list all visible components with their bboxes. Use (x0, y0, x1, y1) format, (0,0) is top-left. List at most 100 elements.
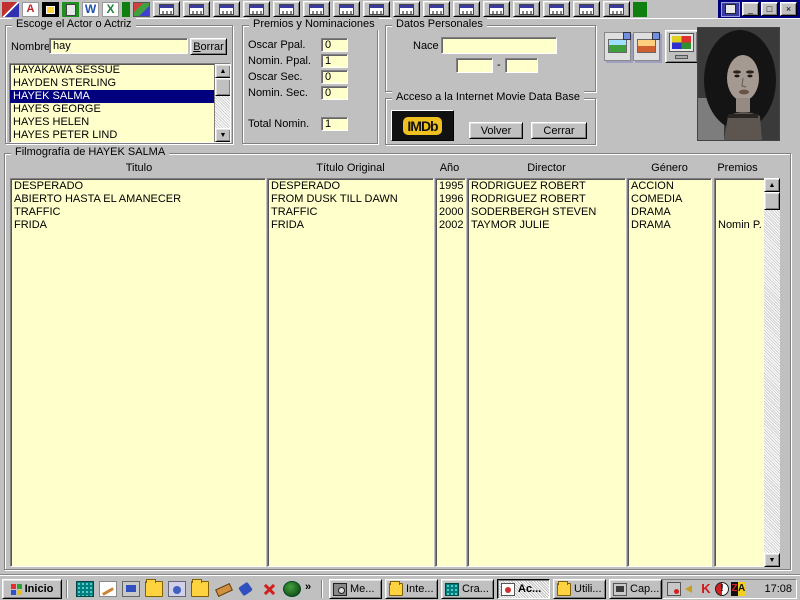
shortcut-bar-menu-icon[interactable] (721, 1, 740, 17)
image-file-button-2[interactable] (633, 32, 660, 61)
launcher-icon[interactable] (303, 1, 330, 17)
task-button-inte[interactable]: Inte... (385, 579, 438, 599)
scroll-up-icon[interactable]: ▲ (764, 178, 780, 192)
task-button-me[interactable]: Me... (329, 579, 382, 599)
film-cell[interactable]: FRIDA (268, 219, 433, 232)
launcher-icon[interactable] (423, 1, 450, 17)
film-cell[interactable]: FRIDA (11, 219, 265, 232)
film-cell[interactable]: DRAMA (628, 219, 711, 232)
red-asterisk-icon[interactable] (260, 581, 278, 597)
clipboard-app-icon[interactable] (62, 1, 79, 17)
film-cell[interactable] (715, 180, 765, 193)
born-input[interactable] (441, 37, 557, 54)
launcher-icon[interactable] (453, 1, 480, 17)
launcher-icon[interactable] (183, 1, 210, 17)
actor-list-item[interactable]: HAYES GEORGE (10, 103, 230, 116)
clear-button[interactable]: Borrar (190, 38, 227, 55)
quick-launch-overflow[interactable]: » (305, 581, 311, 593)
film-cell[interactable]: TRAFFIC (268, 206, 433, 219)
film-cell[interactable]: 2002 (436, 219, 465, 232)
oscar-ppal-value[interactable]: 0 (321, 38, 348, 52)
launcher-icon[interactable] (543, 1, 570, 17)
film-cell[interactable]: COMEDIA (628, 193, 711, 206)
antivirus-icon[interactable]: K (699, 582, 713, 596)
word-icon[interactable]: W (82, 1, 99, 17)
actor-list-item-selected[interactable]: HAYEK SALMA (10, 90, 230, 103)
scroll-up-icon[interactable]: ▲ (215, 64, 230, 78)
close-button[interactable]: × (780, 2, 797, 16)
start-button[interactable]: Inicio (2, 579, 62, 599)
actor-list-item[interactable]: HAYES HELEN (10, 116, 230, 129)
film-cell[interactable]: 1996 (436, 193, 465, 206)
launcher-icon[interactable] (483, 1, 510, 17)
actor-list-scrollbar[interactable]: ▲ ▼ (214, 64, 230, 142)
actor-list-item[interactable]: HAYES PETER LIND (10, 129, 230, 142)
film-cell[interactable]: ABIERTO HASTA EL AMANECER (11, 193, 265, 206)
phone-dialer-icon[interactable] (237, 581, 255, 597)
nomin-sec-value[interactable]: 0 (321, 86, 348, 100)
paintbrush-icon[interactable] (214, 581, 232, 597)
film-cell[interactable]: ACCION (628, 180, 711, 193)
launcher-icon[interactable] (213, 1, 240, 17)
film-cell[interactable]: 1995 (436, 180, 465, 193)
maximize-button[interactable]: □ (761, 2, 778, 16)
film-cell[interactable]: TAYMOR JULIE (468, 219, 625, 232)
excel-icon[interactable]: X (102, 1, 119, 17)
alert-icon[interactable]: ! (715, 582, 729, 596)
launcher-icon[interactable] (603, 1, 630, 17)
scroll-down-icon[interactable]: ▼ (764, 553, 780, 567)
scrollbar-thumb[interactable] (764, 192, 780, 210)
zonealarm-icon[interactable]: ZA (731, 582, 745, 596)
imdb-logo-button[interactable]: IMDb (391, 110, 454, 141)
film-cell[interactable]: TRAFFIC (11, 206, 265, 219)
nomin-ppal-value[interactable]: 1 (321, 54, 348, 68)
oscar-sec-value[interactable]: 0 (321, 70, 348, 84)
task-button-ac-active[interactable]: Ac... (497, 579, 550, 599)
film-cell[interactable]: SODERBERGH STEVEN (468, 206, 625, 219)
film-column-genero[interactable]: ACCION COMEDIA DRAMA DRAMA (627, 178, 712, 567)
filmography-scrollbar[interactable]: ▲ ▼ (764, 178, 780, 567)
cerrar-button[interactable]: Cerrar (531, 122, 587, 139)
launcher-icon[interactable] (243, 1, 270, 17)
name-input[interactable] (49, 38, 188, 54)
film-cell[interactable]: DESPERADO (268, 180, 433, 193)
task-button-cap[interactable]: Cap... (609, 579, 662, 599)
film-column-premios[interactable]: Nomin P. (714, 178, 766, 567)
film-column-director[interactable]: RODRIGUEZ ROBERT RODRIGUEZ ROBERT SODERB… (467, 178, 626, 567)
film-cell[interactable]: Nomin P. (715, 219, 765, 232)
tray-clock[interactable]: 17:08 (764, 583, 792, 595)
actor-list-item[interactable]: HAYDEN STERLING (10, 77, 230, 90)
launcher-icon[interactable] (363, 1, 390, 17)
film-cell[interactable]: DRAMA (628, 206, 711, 219)
font-app-icon[interactable]: A (22, 1, 39, 17)
film-cell[interactable] (715, 206, 765, 219)
task-button-cra[interactable]: Cra... (441, 579, 494, 599)
film-cell[interactable]: RODRIGUEZ ROBERT (468, 193, 625, 206)
notepad-icon[interactable] (99, 581, 117, 597)
film-cell[interactable]: DESPERADO (11, 180, 265, 193)
volume-icon[interactable] (683, 582, 697, 596)
crazy-browser-icon[interactable] (76, 581, 94, 597)
film-cell[interactable]: FROM DUSK TILL DAWN (268, 193, 433, 206)
paint-app-icon[interactable] (2, 1, 19, 17)
launcher-icon[interactable] (273, 1, 300, 17)
task-scheduler-icon[interactable] (667, 582, 681, 596)
launcher-icon[interactable] (333, 1, 360, 17)
film-column-ano[interactable]: 1995 1996 2000 2002 (435, 178, 466, 567)
folder-open-icon[interactable] (145, 579, 163, 597)
total-nomin-value[interactable]: 1 (321, 117, 348, 131)
task-button-utili[interactable]: Utili... (553, 579, 606, 599)
launcher-icon[interactable] (153, 1, 180, 17)
show-desktop-icon[interactable] (122, 581, 140, 597)
born-date-input-1[interactable] (456, 58, 493, 73)
actor-listbox[interactable]: HAYAKAWA SESSUE HAYDEN STERLING HAYEK SA… (9, 63, 231, 143)
volver-button[interactable]: Volver (469, 122, 523, 139)
minimize-button[interactable]: _ (742, 2, 759, 16)
film-column-titulo[interactable]: DESPERADO ABIERTO HASTA EL AMANECER TRAF… (10, 178, 266, 567)
black-app-icon[interactable] (42, 1, 59, 17)
born-date-input-2[interactable] (505, 58, 538, 73)
image-file-button-1[interactable] (604, 32, 631, 61)
monitor-display-button[interactable] (665, 30, 698, 63)
film-column-titulo-original[interactable]: DESPERADO FROM DUSK TILL DAWN TRAFFIC FR… (267, 178, 434, 567)
launcher-icon[interactable] (393, 1, 420, 17)
